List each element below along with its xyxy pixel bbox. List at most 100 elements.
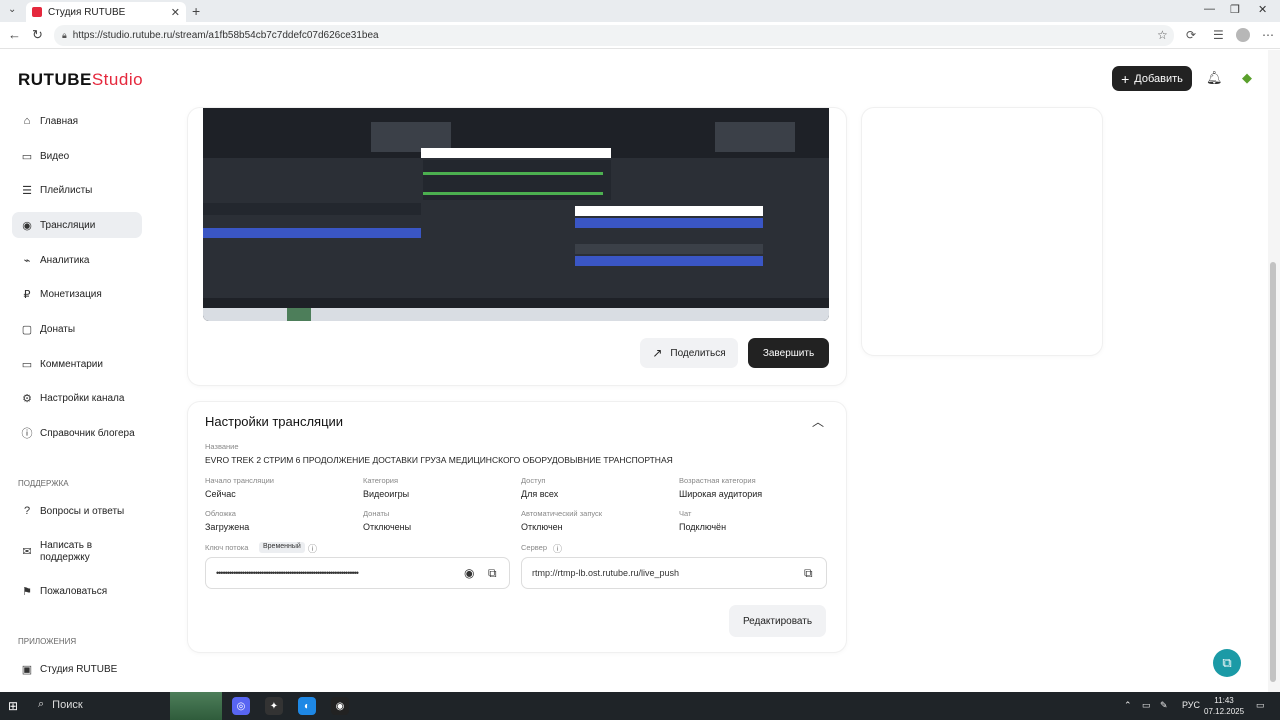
finish-stream-button[interactable]: Завершить [748,338,829,368]
support-chat-icon[interactable]: ⧉ [1213,649,1241,677]
flag-icon: ⚑ [22,585,32,598]
sidebar-item-contact-support[interactable]: ✉︎ Написать в поддержку [12,538,142,566]
server-field[interactable]: rtmp://rtmp-lb.ost.rutube.ru/live_push ⧉ [521,557,827,589]
sidebar-item-studio-app[interactable]: ▣ Студия RUTUBE [12,656,142,682]
field-value: Видеоигры [363,489,410,499]
sidebar-item-video[interactable]: ▭ Видео [12,143,142,169]
stream-preview-image [203,108,829,321]
sidebar-item-donates[interactable]: ▢ Донаты [12,316,142,342]
field-value: Сейчас [205,489,236,499]
logo-sub: Studio [91,70,144,89]
tray-chevron-icon[interactable]: ⌃ [1124,700,1132,711]
url-field[interactable]: 🔒︎ https://studio.rutube.ru/stream/a1fb5… [54,25,1174,46]
question-icon[interactable]: ⓘ [308,542,317,555]
plus-icon: + [1121,70,1130,87]
broadcast-icon: ◉ [22,219,32,232]
bookmark-star-icon[interactable]: ☆ [1157,28,1168,42]
sidebar-item-label: Плейлисты [40,184,93,196]
reload-icon[interactable]: ↻ [32,27,43,43]
bell-icon[interactable]: 🔔︎ [1206,70,1223,86]
video-icon: ▭ [21,150,33,163]
sidebar-item-label: Видео [40,150,70,162]
field-value: Широкая аудитория [679,489,763,499]
stream-key-value: ••••••••••••••••••••••••••••••••••••••••… [216,568,359,578]
copy-icon[interactable]: ⧉ [488,566,497,581]
field-value: Отключены [363,522,412,532]
eye-icon[interactable]: ◉ [464,566,474,580]
notifications-icon[interactable]: ▭ [1256,700,1265,711]
sidebar-item-broadcasts[interactable]: ◉ Трансляции [12,212,142,238]
sidebar-item-monetization[interactable]: ₽ Монетизация [12,281,142,307]
clock-date: 07.12.2025 [1204,707,1245,716]
windows-taskbar: ⊞ ⌕ Поиск ◎ ✦ ◐ ◉ ⌃ ▭ ✎ РУС 11:43 07.12.… [0,692,1280,720]
comment-icon: ▭ [21,358,33,371]
profile-avatar[interactable] [1236,28,1250,42]
lock-icon: 🔒︎ [62,30,67,40]
edit-button[interactable]: Редактировать [729,605,826,637]
edge-icon[interactable]: ◐ [298,697,316,715]
finish-button-label: Завершить [762,347,815,359]
sidebar-item-label: Трансляции [40,219,96,231]
add-button-label: Добавить [1134,72,1183,85]
mail-icon: ✉︎ [22,546,32,558]
discord-icon[interactable]: ◎ [232,697,250,715]
field-label: Обложка [205,509,236,518]
stream-key-field[interactable]: ••••••••••••••••••••••••••••••••••••••••… [205,557,510,589]
sidebar-item-channel-settings[interactable]: ⚙︎ Настройки канала [12,385,142,411]
scroll-thumb[interactable] [1270,262,1276,682]
sidebar-item-label: Главная [40,115,79,127]
logo-main: RUTUBE [18,70,92,89]
page-scrollbar[interactable] [1268,50,1280,692]
sidebar-item-analytics[interactable]: ⌁ Аналитика [12,247,142,273]
app-icon[interactable]: ✦ [265,697,283,715]
add-button[interactable]: + Добавить [1112,66,1192,91]
settings-icon: ⚙︎ [22,392,32,405]
question-icon[interactable]: ⓘ [553,542,562,555]
share-button[interactable]: ↗ Поделиться [640,338,738,368]
browser-tab[interactable]: Студия RUTUBE ✕ [26,2,186,22]
rutube-studio-logo[interactable]: RUTUBEStudio [18,70,143,90]
menu-icon[interactable]: ⋯ [1262,28,1274,42]
sidebar-item-report[interactable]: ⚑ Пожаловаться [12,578,142,604]
maximize-icon[interactable]: ❐ [1230,3,1240,16]
share-icon: ↗ [652,346,663,360]
taskbar-search[interactable]: ⌕ Поиск [38,698,83,711]
address-bar: ← ↻ 🔒︎ https://studio.rutube.ru/stream/a… [0,22,1280,49]
close-window-icon[interactable]: ✕ [1258,3,1267,16]
new-tab-icon[interactable]: + [192,3,200,19]
close-tab-icon[interactable]: ✕ [171,6,180,19]
taskbar-clock[interactable]: 11:43 07.12.2025 [1204,695,1244,717]
sidebar-item-blogger-guide[interactable]: ⓘ Справочник блогера [12,420,142,446]
back-icon[interactable]: ← [8,27,21,42]
sidebar-item-playlists[interactable]: ☰ Плейлисты [12,177,142,203]
obs-icon[interactable]: ◉ [331,697,349,715]
tab-list-icon[interactable]: ⌄ [8,4,16,15]
server-label: Сервер [521,543,548,552]
sidebar-item-label: Студия RUTUBE [40,663,118,675]
sidebar-item-label: Монетизация [40,288,102,300]
windows-start-icon[interactable]: ⊞ [8,699,18,713]
field-label: Начало трансляции [205,476,274,485]
share-button-label: Поделиться [670,347,726,359]
extensions-icon[interactable]: ⟳ [1186,28,1196,42]
copy-icon[interactable]: ⧉ [804,566,813,581]
playlist-icon: ☰ [22,184,32,197]
field-value: Отключен [521,522,563,532]
sidebar-item-faq[interactable]: ? Вопросы и ответы [12,498,142,524]
chevron-up-icon[interactable]: ︿ [812,413,824,430]
taskbar-widget-image[interactable] [170,692,222,720]
name-label: Название [205,442,239,451]
stream-preview[interactable] [203,108,829,321]
temporary-badge: Временный [259,542,305,553]
sidebar-item-comments[interactable]: ▭ Комментарии [12,351,142,377]
favorites-icon[interactable]: ☰ [1213,28,1224,42]
support-section-title: ПОДДЕРЖКА [18,479,69,488]
sidebar-item-label: Справочник блогера [40,427,135,439]
name-value: EVRO TREK 2 СТРИМ 6 ПРОДОЛЖЕНИЕ ДОСТАВКИ… [205,455,673,465]
sidebar-item-home[interactable]: ⌂ Главная [12,108,142,134]
user-profile-icon[interactable]: ◆ [1242,70,1252,86]
minimize-icon[interactable]: — [1204,3,1215,15]
language-indicator[interactable]: РУС [1182,700,1200,710]
tray-icon[interactable]: ✎ [1160,700,1168,711]
tray-icon[interactable]: ▭ [1142,700,1151,711]
